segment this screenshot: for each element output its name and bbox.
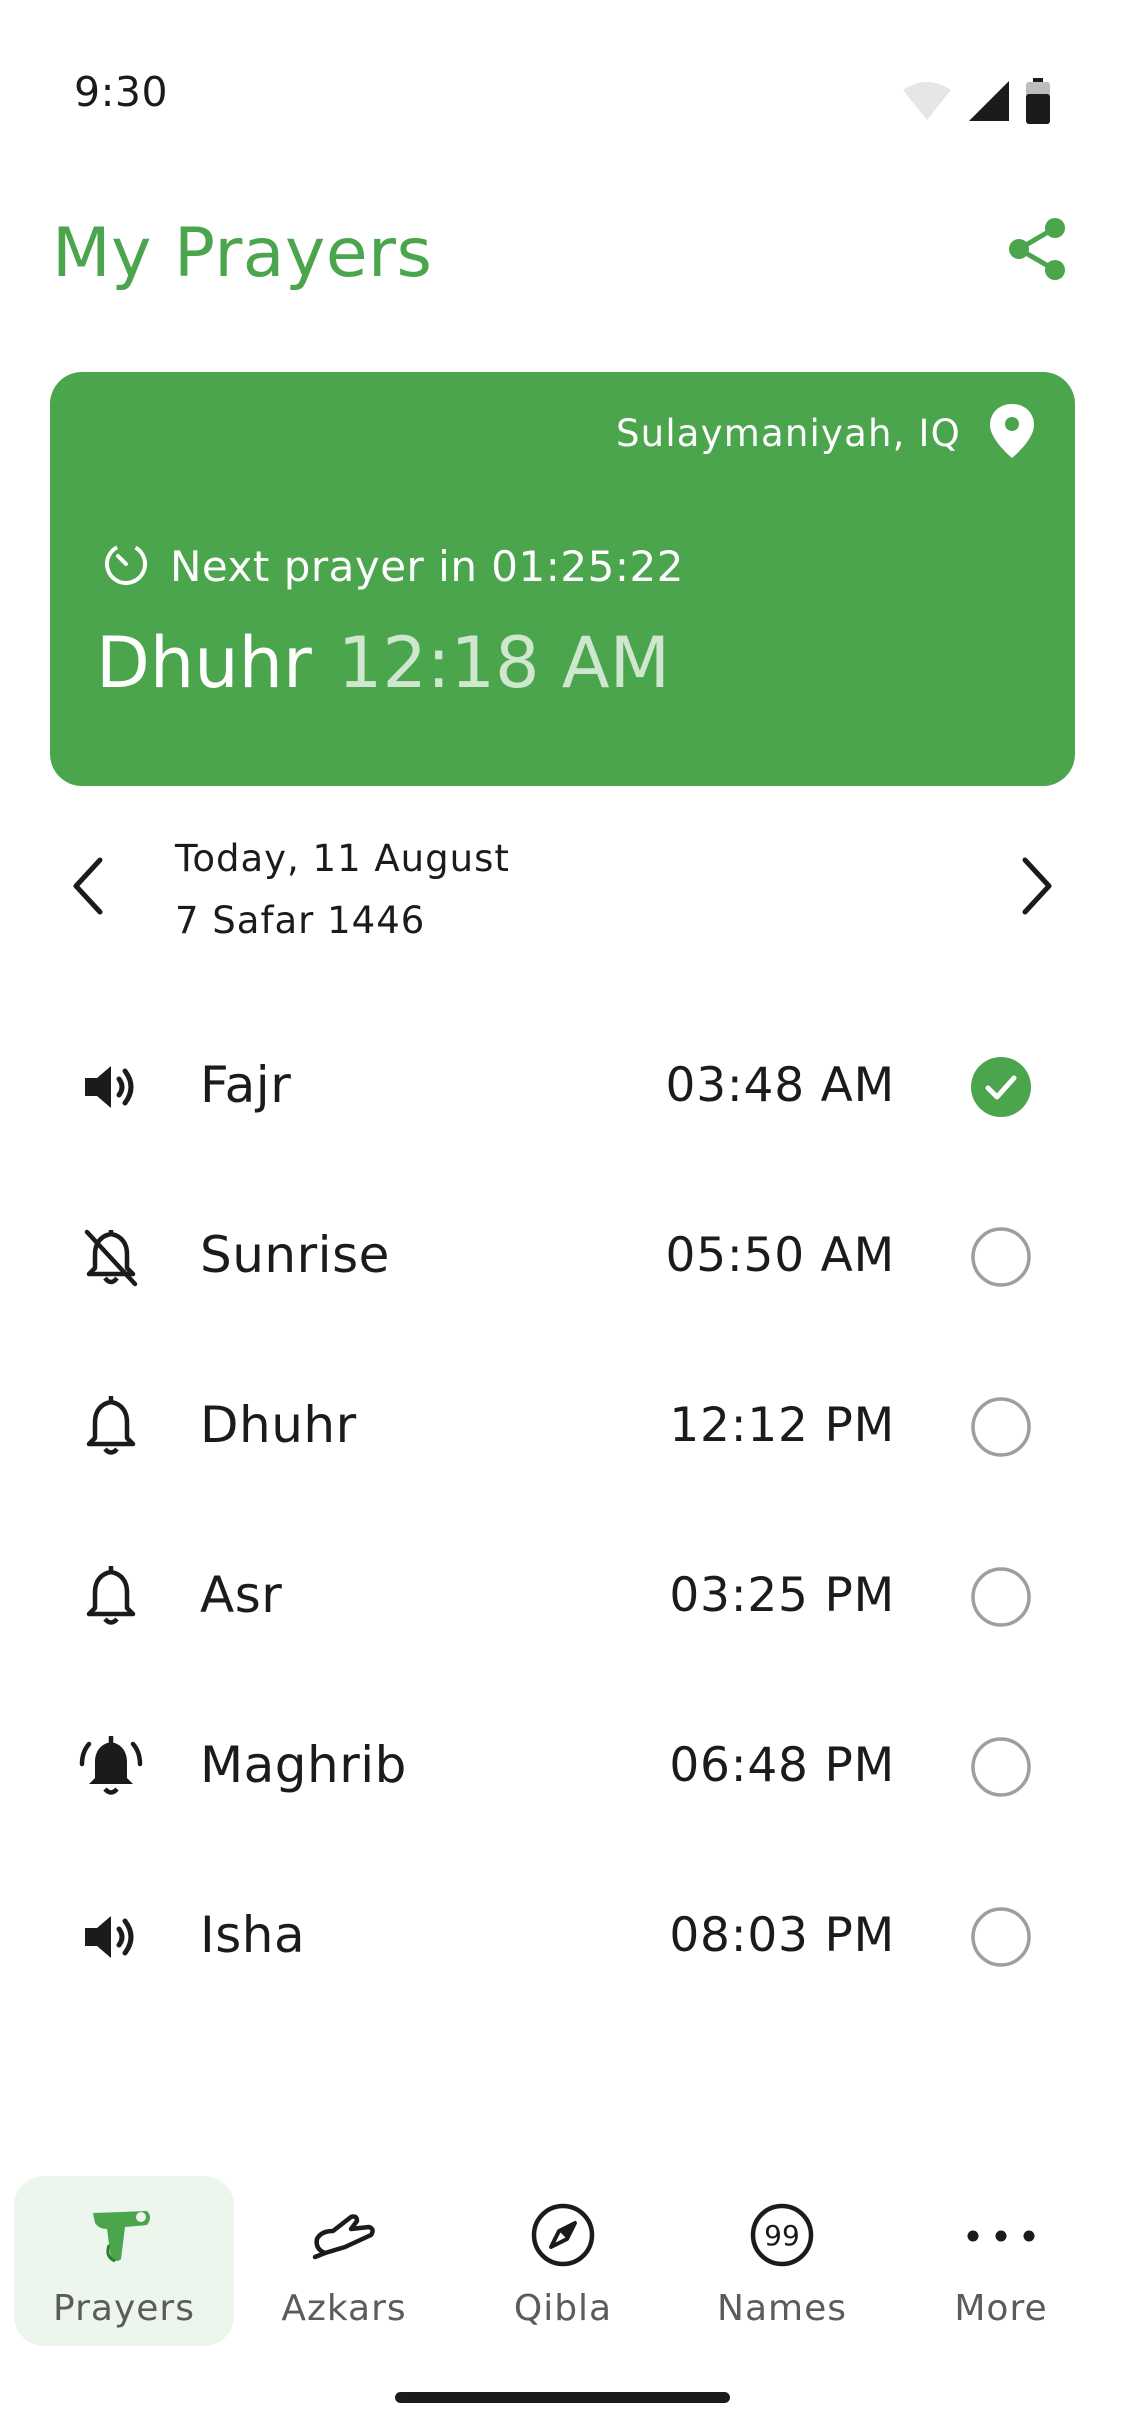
prayer-list: Fajr 03:48 AM Sunrise 05:50 AM Dhuhr 12:…: [0, 1004, 1125, 2024]
empty-circle-icon: [970, 1566, 1032, 1632]
home-indicator[interactable]: [395, 2392, 730, 2403]
prayer-name: Fajr: [200, 1056, 292, 1114]
next-prayer-text: Next prayer in 01:25:22: [170, 541, 684, 591]
check-circle-icon: [970, 1056, 1032, 1122]
prayer-times-screen: 9:30 My Prayers Sulaymaniyah, IQ Next pr…: [0, 0, 1125, 2436]
prayer-row-maghrib: Maghrib 06:48 PM: [0, 1684, 1125, 1854]
prayer-time: 06:48 PM: [669, 1738, 895, 1793]
prayer-row-fajr: Fajr 03:48 AM: [0, 1004, 1125, 1174]
bell-off-icon: [81, 1226, 141, 1292]
alert-toggle-button[interactable]: [78, 1056, 144, 1122]
prayer-row-dhuhr: Dhuhr 12:12 PM: [0, 1344, 1125, 1514]
empty-circle-icon: [970, 1396, 1032, 1462]
alert-toggle-button[interactable]: [78, 1734, 144, 1802]
prayer-name: Maghrib: [200, 1736, 407, 1794]
gregorian-date: Today, 11 August: [175, 837, 510, 880]
alert-toggle-button[interactable]: [78, 1906, 144, 1972]
location-selector[interactable]: Sulaymaniyah, IQ: [616, 402, 1037, 464]
prayer-time: 05:50 AM: [665, 1228, 895, 1283]
next-day-button[interactable]: [1005, 856, 1069, 920]
nav-label: Names: [717, 2288, 847, 2329]
date-navigator: Today, 11 August 7 Safar 1446: [0, 828, 1125, 948]
bottom-navigation: Prayers Azkars Qibla 99 Names More: [0, 2172, 1125, 2352]
previous-day-button[interactable]: [56, 856, 120, 920]
alert-toggle-button[interactable]: [78, 1394, 144, 1462]
prayer-mat-icon: [91, 2205, 157, 2269]
bell-outline-icon: [83, 1564, 139, 1632]
nav-label: More: [954, 2288, 1048, 2329]
ninety-nine-icon: 99: [749, 2202, 815, 2272]
prayer-row-isha: Isha 08:03 PM: [0, 1854, 1125, 2024]
speaker-icon: [81, 1911, 141, 1967]
nav-item-qibla[interactable]: Qibla: [453, 2176, 673, 2346]
chevron-left-icon: [68, 854, 108, 922]
prayer-time: 03:25 PM: [669, 1568, 895, 1623]
status-icons: [901, 78, 1051, 128]
prayer-completed-checkbox[interactable]: [970, 1226, 1032, 1292]
empty-circle-icon: [970, 1736, 1032, 1802]
prayer-name: Sunrise: [200, 1226, 390, 1284]
wifi-icon: [901, 80, 953, 126]
prayer-completed-checkbox[interactable]: [970, 1056, 1032, 1122]
next-prayer-name: Dhuhr: [96, 622, 312, 704]
prayer-row-asr: Asr 03:25 PM: [0, 1514, 1125, 1684]
more-horizontal-icon: [966, 2228, 1036, 2247]
prayer-completed-checkbox[interactable]: [970, 1566, 1032, 1632]
nav-label: Prayers: [53, 2288, 195, 2329]
prayer-name: Dhuhr: [200, 1396, 357, 1454]
empty-circle-icon: [970, 1226, 1032, 1292]
hijri-date: 7 Safar 1446: [175, 899, 426, 942]
bell-ringing-icon: [79, 1734, 143, 1802]
nav-item-prayers[interactable]: Prayers: [14, 2176, 234, 2346]
status-time: 9:30: [74, 68, 169, 116]
prayer-completed-checkbox[interactable]: [970, 1906, 1032, 1972]
prayer-completed-checkbox[interactable]: [970, 1396, 1032, 1462]
prayer-completed-checkbox[interactable]: [970, 1736, 1032, 1802]
battery-icon: [1025, 78, 1051, 128]
praying-hands-icon: [311, 2209, 377, 2265]
prayer-name: Asr: [200, 1566, 283, 1624]
speaker-icon: [81, 1061, 141, 1117]
share-icon: [1006, 216, 1068, 286]
nav-item-azkars[interactable]: Azkars: [234, 2176, 454, 2346]
next-prayer-time: 12:18 AM: [337, 622, 671, 704]
date-display: Today, 11 August 7 Safar 1446: [175, 828, 510, 952]
prayer-row-sunrise: Sunrise 05:50 AM: [0, 1174, 1125, 1344]
nav-item-names[interactable]: 99 Names: [672, 2176, 892, 2346]
next-prayer-countdown: Next prayer in 01:25:22: [102, 540, 684, 592]
alert-toggle-button[interactable]: [78, 1564, 144, 1632]
cellular-signal-icon: [967, 79, 1011, 127]
next-prayer-info: Dhuhr 12:18 AM: [96, 622, 670, 704]
nav-label: Azkars: [281, 2288, 407, 2329]
compass-icon: [530, 2202, 596, 2272]
prayer-name: Isha: [200, 1906, 306, 1964]
empty-circle-icon: [970, 1906, 1032, 1972]
nav-label: Qibla: [513, 2288, 613, 2329]
next-prayer-card[interactable]: Sulaymaniyah, IQ Next prayer in 01:25:22…: [50, 372, 1075, 786]
prayer-time: 03:48 AM: [665, 1058, 895, 1113]
location-label: Sulaymaniyah, IQ: [615, 411, 961, 455]
location-pin-icon: [987, 402, 1037, 464]
chevron-right-icon: [1017, 854, 1057, 922]
timer-icon: [102, 540, 150, 592]
page-title: My Prayers: [52, 214, 433, 293]
svg-text:99: 99: [764, 2219, 800, 2252]
prayer-time: 12:12 PM: [669, 1398, 895, 1453]
alert-toggle-button[interactable]: [78, 1226, 144, 1292]
prayer-time: 08:03 PM: [669, 1908, 895, 1963]
share-button[interactable]: [1001, 215, 1073, 287]
bell-outline-icon: [83, 1394, 139, 1462]
nav-item-more[interactable]: More: [891, 2176, 1111, 2346]
